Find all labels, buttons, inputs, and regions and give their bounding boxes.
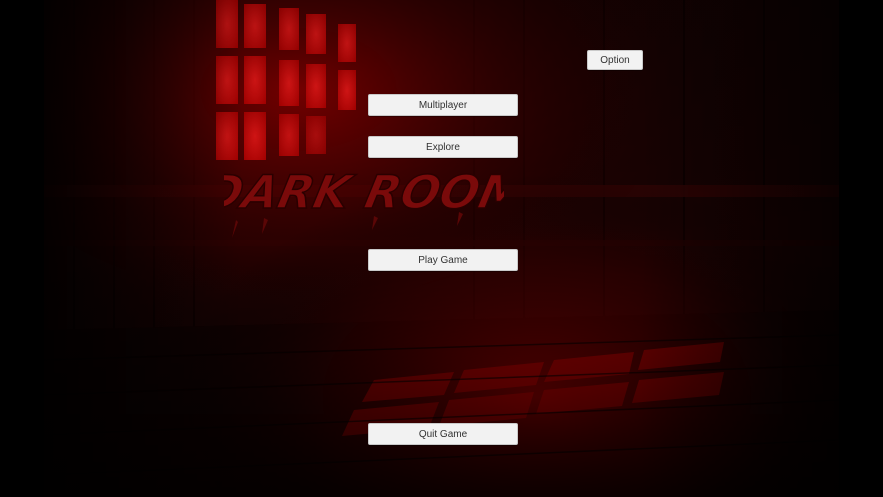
option-button[interactable]: Option <box>587 50 643 70</box>
game-screen: DARK ROOM Option Multiplayer Explore Pla… <box>0 0 883 497</box>
quit-game-button[interactable]: Quit Game <box>368 423 518 445</box>
game-viewport: DARK ROOM Option Multiplayer Explore Pla… <box>44 0 839 497</box>
play-game-button[interactable]: Play Game <box>368 249 518 271</box>
dark-room-logo: DARK ROOM <box>224 165 504 238</box>
multiplayer-button[interactable]: Multiplayer <box>368 94 518 116</box>
explore-button[interactable]: Explore <box>368 136 518 158</box>
logo-text: DARK ROOM <box>224 165 504 218</box>
